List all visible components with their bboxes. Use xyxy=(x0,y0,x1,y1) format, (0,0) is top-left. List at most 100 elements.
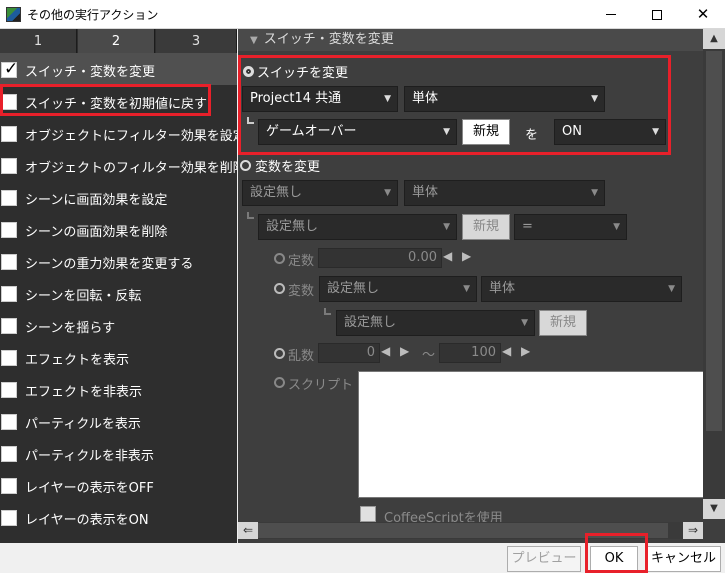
constant-input[interactable]: 0.00 xyxy=(318,248,442,268)
script-label: スクリプト xyxy=(288,378,354,393)
script-radio[interactable] xyxy=(274,377,285,388)
action-item[interactable]: ✓ スイッチ・変数を変更 xyxy=(0,53,237,85)
tab-bar: 1 2 3 xyxy=(0,29,237,53)
action-item[interactable]: オブジェクトのフィルター効果を削除 xyxy=(0,149,237,181)
scroll-right-icon[interactable]: ⇒ xyxy=(683,522,703,539)
chevron-down-icon: ▼ xyxy=(668,284,675,294)
action-item[interactable]: レイヤーの表示をON xyxy=(0,501,237,533)
action-item[interactable]: シーンの画面効果を削除 xyxy=(0,213,237,245)
close-button[interactable]: ✕ xyxy=(680,0,725,29)
action-label: シーンに画面効果を設定 xyxy=(25,193,168,208)
var-ref-scope-select[interactable]: 単体 ▼ xyxy=(481,276,682,302)
action-checkbox[interactable] xyxy=(1,286,17,302)
action-label: エフェクトを非表示 xyxy=(25,385,143,400)
random-min-input[interactable]: 0 xyxy=(318,343,380,363)
constant-label: 定数 xyxy=(288,254,315,269)
collapse-triangle-icon: ▼ xyxy=(250,35,258,46)
action-label: レイヤーの表示をOFF xyxy=(25,481,154,496)
action-item[interactable]: エフェクトを表示 xyxy=(0,341,237,373)
random-label: 乱数 xyxy=(288,349,315,364)
action-checkbox[interactable] xyxy=(1,158,17,174)
action-item[interactable]: シーンの重力効果を変更する xyxy=(0,245,237,277)
action-checkbox[interactable]: ✓ xyxy=(1,59,18,79)
random-max-right-icon[interactable]: ▶ xyxy=(521,344,530,358)
variable-project-value: 設定無し xyxy=(250,185,303,200)
maximize-icon xyxy=(652,9,662,20)
action-checkbox[interactable] xyxy=(1,382,17,398)
chevron-down-icon: ▼ xyxy=(443,222,450,232)
cancel-button[interactable]: キャンセル xyxy=(646,546,721,572)
action-checkbox[interactable] xyxy=(1,414,17,430)
preview-button[interactable]: プレビュー xyxy=(507,546,581,572)
action-label: シーンを揺らす xyxy=(25,321,116,336)
vertical-scroll-thumb[interactable] xyxy=(706,51,722,431)
action-item[interactable]: オブジェクトにフィルター効果を設定 xyxy=(0,117,237,149)
chevron-down-icon: ▼ xyxy=(384,188,391,198)
vertical-scrollbar[interactable]: ▲ ▼ xyxy=(703,29,725,519)
action-item[interactable]: パーティクルを表示 xyxy=(0,405,237,437)
action-label: エフェクトを表示 xyxy=(25,353,130,368)
var-ref-project-value: 設定無し xyxy=(327,281,380,296)
action-item[interactable]: シーンを回転・反転 xyxy=(0,277,237,309)
action-checkbox[interactable] xyxy=(1,318,17,334)
chevron-down-icon: ▼ xyxy=(613,222,620,232)
section-header[interactable]: ▼ スイッチ・変数を変更 xyxy=(238,29,708,51)
action-item[interactable]: レイヤーの表示をOFF xyxy=(0,469,237,501)
window-title: その他の実行アクション xyxy=(27,8,159,22)
random-min-left-icon[interactable]: ◀ xyxy=(381,344,390,358)
maximize-button[interactable] xyxy=(634,0,680,29)
variable-radio[interactable] xyxy=(240,160,251,171)
scroll-down-icon[interactable]: ▼ xyxy=(703,499,725,519)
variable-scope-value: 単体 xyxy=(412,185,439,200)
var-ref-new-button[interactable]: 新規 xyxy=(539,310,587,336)
action-label: スイッチ・変数を変更 xyxy=(25,65,156,80)
random-tilde: 〜 xyxy=(422,348,436,363)
action-item[interactable]: エフェクトを非表示 xyxy=(0,373,237,405)
action-checkbox[interactable] xyxy=(1,478,17,494)
constant-radio[interactable] xyxy=(274,253,285,264)
variable-name-select[interactable]: 設定無し ▼ xyxy=(258,214,457,240)
random-radio[interactable] xyxy=(274,348,285,359)
variable-operator-select[interactable]: = ▼ xyxy=(514,214,627,240)
action-label: パーティクルを表示 xyxy=(25,417,141,432)
variable-project-select[interactable]: 設定無し ▼ xyxy=(242,180,398,206)
tab-3[interactable]: 3 xyxy=(156,29,237,53)
constant-spin-left-icon[interactable]: ◀ xyxy=(443,249,452,263)
action-settings-panel: ▼ スイッチ・変数を変更 スイッチを変更 Project14 共通 ▼ 単体 ▼ ゲー… xyxy=(238,29,725,543)
action-checkbox[interactable] xyxy=(1,350,17,366)
variable-new-button[interactable]: 新規 xyxy=(462,214,510,240)
var-ref-name-select[interactable]: 設定無し ▼ xyxy=(336,310,535,336)
action-item[interactable]: シーンに画面効果を設定 xyxy=(0,181,237,213)
chevron-down-icon: ▼ xyxy=(463,284,470,294)
variable-ref-radio[interactable] xyxy=(274,283,285,294)
variable-radio-label: 変数を変更 xyxy=(255,160,321,175)
minimize-button[interactable] xyxy=(588,0,634,29)
constant-spin-right-icon[interactable]: ▶ xyxy=(462,249,471,263)
variable-name-value: 設定無し xyxy=(266,219,319,234)
random-min-right-icon[interactable]: ▶ xyxy=(400,344,409,358)
action-item[interactable]: パーティクルを非表示 xyxy=(0,437,237,469)
ok-button-highlight xyxy=(585,533,648,573)
section-title: スイッチ・変数を変更 xyxy=(263,32,394,47)
action-checkbox[interactable] xyxy=(1,510,17,526)
var-ref-name-value: 設定無し xyxy=(344,315,397,330)
action-label: シーンを回転・反転 xyxy=(25,289,142,304)
tab-2[interactable]: 2 xyxy=(78,29,155,53)
selected-action-highlight xyxy=(0,84,211,116)
action-checkbox[interactable] xyxy=(1,254,17,270)
script-textarea[interactable] xyxy=(358,371,704,498)
action-checkbox[interactable] xyxy=(1,222,17,238)
coffeescript-checkbox[interactable] xyxy=(360,506,376,522)
tab-1[interactable]: 1 xyxy=(0,29,77,53)
action-checkbox[interactable] xyxy=(1,446,17,462)
random-max-left-icon[interactable]: ◀ xyxy=(502,344,511,358)
var-ref-project-select[interactable]: 設定無し ▼ xyxy=(319,276,477,302)
variable-scope-select[interactable]: 単体 ▼ xyxy=(404,180,605,206)
random-max-input[interactable]: 100 xyxy=(439,343,501,363)
chevron-down-icon: ▼ xyxy=(521,318,528,328)
action-checkbox[interactable] xyxy=(1,190,17,206)
action-item[interactable]: シーンを揺らす xyxy=(0,309,237,341)
scroll-left-icon[interactable]: ⇐ xyxy=(238,522,258,539)
action-checkbox[interactable] xyxy=(1,126,17,142)
scroll-up-icon[interactable]: ▲ xyxy=(703,29,725,49)
